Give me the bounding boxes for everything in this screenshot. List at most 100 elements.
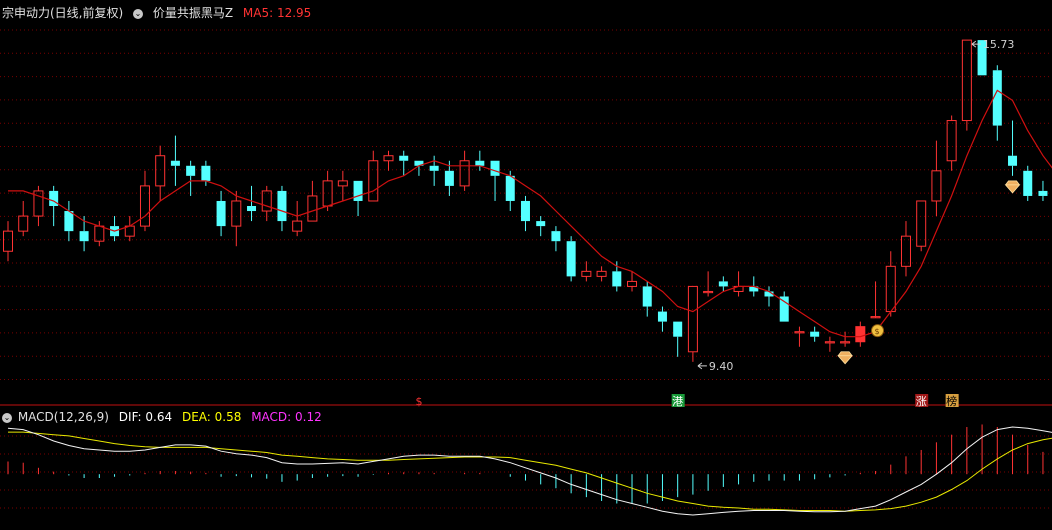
candle-body-down [779,296,789,322]
candle-body-up [459,160,470,187]
high-price-label: 15.73 [983,38,1015,51]
candle-body-down [657,311,667,322]
ma5-value: MA5: 12.95 [242,6,312,20]
candle-body-up [946,120,957,162]
candle-body-up [794,331,805,334]
chevron-down-circle-icon[interactable]: ⌄ [2,412,12,423]
candle [292,200,303,237]
candle-body-up [961,39,972,122]
candle-body-up [307,195,318,222]
candle [946,115,957,171]
candle [307,180,318,222]
low-price-label: 9.40 [709,360,734,373]
candle-body-up [596,270,607,277]
candle [475,150,485,171]
candle-body-up [3,230,13,252]
candle-body-up [155,155,166,187]
candle [490,160,500,201]
candle-body-down [1038,190,1048,196]
candle-body-up [824,341,835,344]
candle-body-down [566,241,576,277]
grid-lines [0,29,1052,509]
candle [581,261,592,282]
macd-value: MACD: 0.12 [251,410,322,424]
candle [353,180,363,217]
candle [49,185,59,227]
candle [961,39,972,131]
candle [399,150,409,176]
candle-body-down [475,160,485,166]
candle [216,190,226,237]
gem-icon [1004,180,1021,194]
dea-value: DEA: 0.58 [181,410,242,424]
signal-bar [855,326,865,342]
candle [1008,120,1018,176]
candle [916,200,927,252]
candle [810,326,820,342]
candle [687,285,698,362]
candle-body-down [429,165,439,171]
candle-body-up [292,220,303,232]
candle [124,216,135,242]
candle [155,145,166,201]
macd-header: ⌄ MACD(12,26,9) DIF: 0.64 DEA: 0.58 MACD… [2,410,328,424]
candle [18,200,29,237]
candle [247,185,257,222]
candle [931,140,942,217]
candle [992,65,1002,141]
candle [459,150,470,191]
candle [673,321,683,357]
candle [779,291,789,322]
candle [566,236,576,282]
candle [733,271,744,297]
candle [1038,180,1048,201]
candle-body-up [885,265,896,313]
candle-body-up [94,225,105,242]
candle-body-down [536,221,546,227]
indicator-name[interactable]: 价量共振黑马Z [153,6,233,20]
candle [824,336,835,352]
candle [3,221,13,262]
low-arrow [697,362,707,370]
candle [794,326,805,347]
candle-body-up [931,170,942,202]
signal-badge: 榜 [946,394,957,408]
candle [900,221,911,277]
candle-body-down [551,231,561,242]
stock-chart[interactable]: 15.73 9.40 $ $ 港 涨 榜 [0,0,1052,530]
candle [520,195,530,232]
money-bag-icon-symbol: $ [875,327,880,336]
candle-body-up [231,200,242,227]
candle [33,185,44,227]
candle-body-down [277,190,287,222]
candle-body-down [216,200,226,227]
candle-body-up [383,155,394,162]
candle-body-up [840,341,851,344]
signal-badge: 港 [672,395,683,408]
candle-body-down [399,155,409,161]
chevron-down-circle-icon[interactable]: ⌄ [133,8,144,19]
candle-body-down [444,170,454,186]
candle [627,271,638,292]
candle-body-up [139,185,150,227]
macd-name[interactable]: MACD(12,26,9) [18,410,109,424]
candle-body-up [900,235,911,267]
candle [551,226,561,252]
gem-icon [837,351,853,365]
candle-body-up [703,290,714,294]
candle-body-down [64,211,74,232]
candle-body-up [337,180,348,187]
candle [703,271,714,297]
candle-body-up [18,215,29,232]
candle [840,331,851,347]
dif-line [7,426,1052,516]
dif-value: DIF: 0.64 [118,410,173,424]
candle-body-down [673,321,683,337]
signal-badge: 涨 [916,395,927,408]
candle-body-down [353,180,363,201]
candle [505,170,515,212]
candle-body-down [520,200,530,222]
candle [383,150,394,171]
candle-body-down [79,231,89,242]
stock-title[interactable]: 宗申动力(日线,前复权) [2,6,123,20]
